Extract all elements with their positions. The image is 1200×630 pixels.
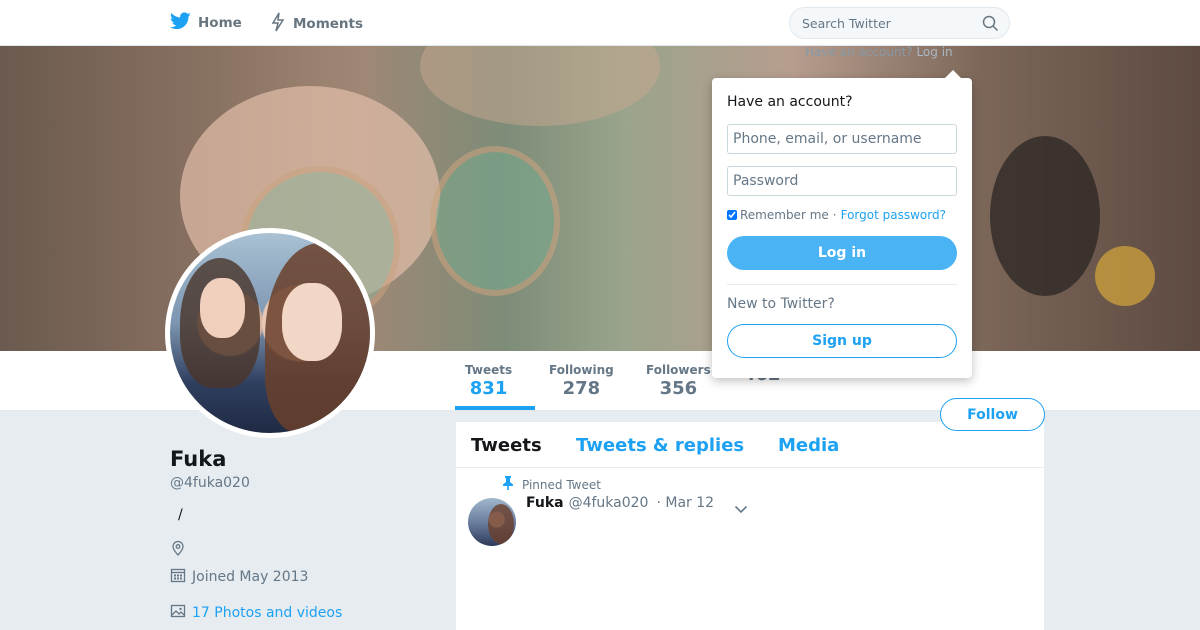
- stat-label: Following: [549, 363, 614, 377]
- profile-joined: Joined May 2013: [170, 567, 308, 587]
- profile-avatar[interactable]: [165, 228, 375, 438]
- login-dropdown: Have an account? Remember me · Forgot pa…: [712, 78, 972, 378]
- lightning-icon: [270, 12, 293, 36]
- pinned-tweet-label: Pinned Tweet: [522, 477, 601, 492]
- tab-tweets-replies[interactable]: Tweets & replies: [576, 435, 744, 456]
- stat-tweets[interactable]: Tweets 831: [465, 363, 512, 399]
- joined-text: Joined May 2013: [192, 569, 309, 585]
- login-button[interactable]: Log in: [727, 236, 957, 270]
- search-box: [789, 7, 1010, 39]
- profile-photos-videos[interactable]: 17 Photos and videos: [170, 603, 342, 623]
- nav-moments[interactable]: Moments: [270, 12, 363, 36]
- username-field[interactable]: [727, 124, 957, 154]
- forgot-password-link[interactable]: Forgot password?: [841, 208, 946, 222]
- remember-row: Remember me · Forgot password?: [727, 208, 946, 222]
- active-stat-underline: [455, 406, 535, 410]
- password-field[interactable]: [727, 166, 957, 196]
- search-icon[interactable]: [982, 15, 999, 35]
- profile-location: [170, 540, 192, 560]
- stat-followers[interactable]: Followers 356: [646, 363, 711, 399]
- have-account-prompt: Have an account? Log in: [805, 45, 953, 59]
- pinned-tweet-context: Pinned Tweet: [502, 476, 601, 493]
- remember-me-checkbox[interactable]: [727, 210, 737, 220]
- tab-media[interactable]: Media: [778, 435, 839, 456]
- image-icon: [170, 603, 192, 623]
- photos-videos-link[interactable]: 17 Photos and videos: [192, 605, 342, 621]
- stat-value: 831: [469, 378, 508, 399]
- remember-me-label[interactable]: Remember me: [740, 208, 829, 222]
- have-account-text: Have an account?: [805, 45, 913, 59]
- tweet-header: Fuka @4fuka020 · Mar 12: [526, 495, 714, 511]
- timeline: Tweets Tweets & replies Media Pinned Twe…: [456, 422, 1044, 630]
- chevron-down-icon[interactable]: [734, 499, 748, 518]
- tweet-date[interactable]: · Mar 12: [656, 495, 714, 511]
- stat-following[interactable]: Following 278: [549, 363, 614, 399]
- stat-label: Tweets: [465, 363, 513, 377]
- tweet-author-handle[interactable]: @4fuka020: [569, 495, 649, 511]
- pin-icon: [502, 476, 522, 493]
- search-input[interactable]: [802, 16, 972, 31]
- profile-handle[interactable]: @4fuka020: [170, 475, 250, 491]
- calendar-icon: [170, 567, 192, 587]
- location-icon: [170, 540, 192, 560]
- profile-bio: /: [178, 507, 183, 523]
- stat-value: 356: [659, 378, 698, 399]
- nav-home[interactable]: Home: [170, 12, 242, 34]
- twitter-bird-icon: [170, 12, 198, 34]
- divider: [727, 284, 957, 285]
- tweet-avatar[interactable]: [468, 498, 516, 546]
- login-dropdown-title: Have an account?: [727, 94, 853, 110]
- stat-label: Followers: [646, 363, 711, 377]
- tweet-author-name[interactable]: Fuka: [526, 495, 564, 511]
- profile-name[interactable]: Fuka: [170, 447, 226, 471]
- nav-moments-label: Moments: [293, 16, 364, 32]
- stat-value: 278: [562, 378, 601, 399]
- login-link[interactable]: Log in: [916, 45, 952, 59]
- tab-tweets[interactable]: Tweets: [471, 435, 542, 456]
- dropdown-caret: [944, 70, 962, 79]
- new-to-twitter-text: New to Twitter?: [727, 296, 835, 312]
- separator: ·: [832, 208, 837, 222]
- nav-home-label: Home: [198, 15, 242, 31]
- top-navigation: Home Moments: [0, 0, 1200, 46]
- follow-button[interactable]: Follow: [940, 398, 1045, 431]
- signup-button[interactable]: Sign up: [727, 324, 957, 358]
